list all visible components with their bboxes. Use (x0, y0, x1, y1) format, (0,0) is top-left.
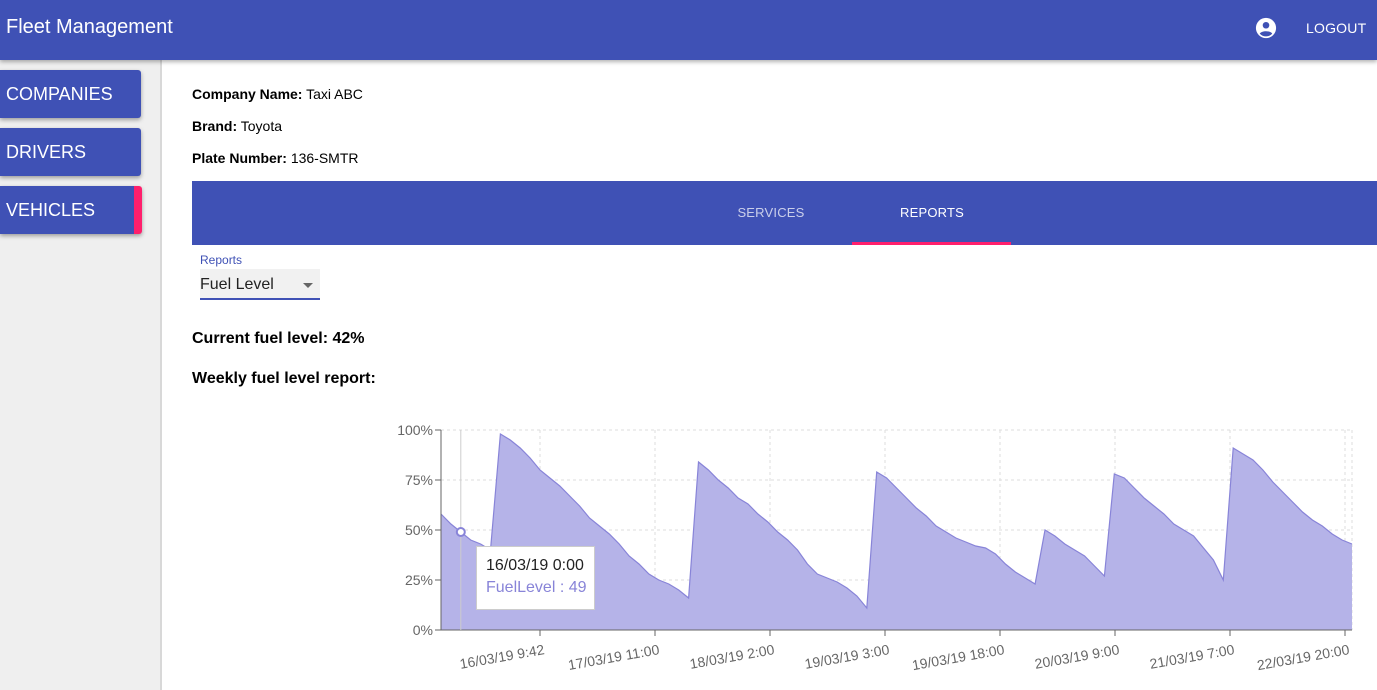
y-tick-label: 0% (413, 622, 433, 638)
y-tick-label: 100% (397, 422, 433, 438)
active-point (455, 527, 466, 537)
y-tick-label: 75% (405, 472, 433, 488)
tooltip-value: FuelLevel : 49 (486, 579, 587, 596)
y-tick-label: 25% (405, 572, 433, 588)
app-title: Fleet Management (6, 16, 173, 38)
y-tick-label: 50% (405, 522, 433, 538)
account-circle-icon[interactable] (1255, 17, 1277, 39)
x-tick-label: 22/03/19 20:00 (1256, 641, 1351, 673)
x-tick-label: 19/03/19 3:00 (803, 641, 890, 672)
tooltip-date: 16/03/19 0:00 (486, 557, 584, 574)
x-tick-label: 16/03/19 9:42 (458, 641, 545, 672)
x-tick-label: 20/03/19 9:00 (1033, 641, 1120, 672)
fuel-level-chart: 0% 25% 50% 75% 100% 16/03/19 9:42 17/03/19 11:… (397, 422, 1353, 673)
chart-tooltip: 16/03/19 0:00 FuelLevel : 49 (476, 546, 595, 610)
app-bar: Fleet Management LOGOUT (0, 0, 1377, 60)
x-tick-label: 18/03/19 2:00 (688, 641, 775, 672)
x-tick-label: 21/03/19 7:00 (1148, 641, 1235, 672)
x-tick-label: 17/03/19 11:00 (567, 641, 661, 673)
x-tick-label: 19/03/19 18:00 (911, 641, 1006, 673)
logout-button[interactable]: LOGOUT (1306, 20, 1366, 36)
